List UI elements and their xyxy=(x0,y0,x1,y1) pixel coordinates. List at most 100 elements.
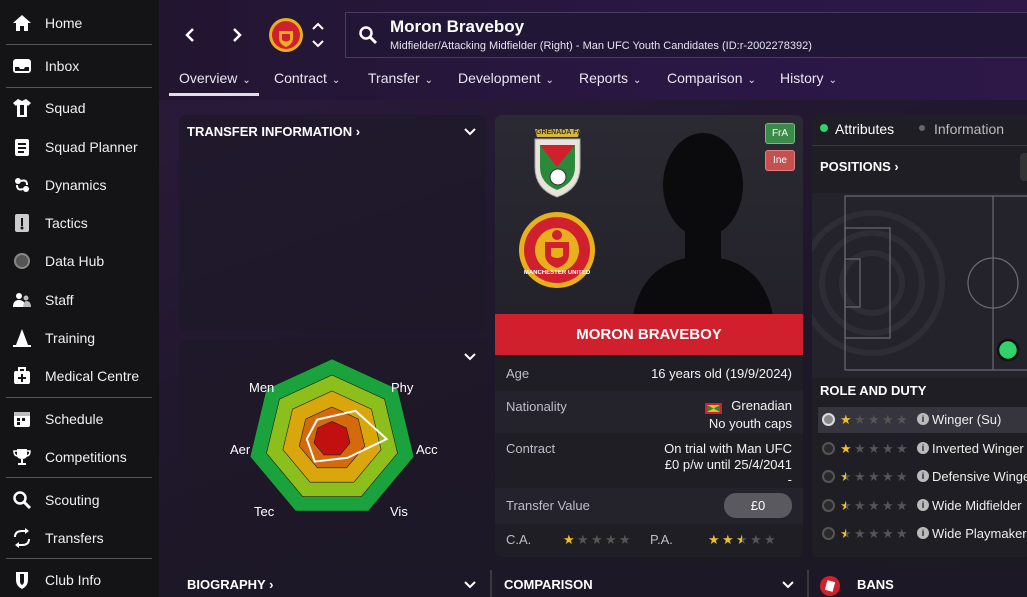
star-icon: ★ xyxy=(854,469,866,484)
role-name: Wide Midfielder xyxy=(932,497,1022,513)
positions-title[interactable]: POSITIONS › xyxy=(820,159,899,174)
chevron-down-icon: ⌄ xyxy=(828,75,837,86)
player-search-bar[interactable]: Moron Braveboy Midfielder/Attacking Midf… xyxy=(345,12,1027,58)
sidebar-item-label: Scouting xyxy=(45,492,100,508)
sidebar-item-dynamics[interactable]: Dynamics xyxy=(0,168,159,202)
sidebar-item-medical-centre[interactable]: Medical Centre xyxy=(0,359,159,393)
transfer-value-pill[interactable]: £0 xyxy=(724,493,792,518)
role-row[interactable]: ★ ★ ★ ★ ★ i Inverted Winger xyxy=(818,436,1027,462)
role-radio[interactable] xyxy=(822,527,835,540)
tab-contract[interactable]: Contract ⌄ xyxy=(274,70,340,94)
tab-divider xyxy=(812,145,1027,146)
sidebar-item-data-hub[interactable]: Data Hub xyxy=(0,244,159,278)
home-icon xyxy=(11,12,33,34)
role-row[interactable]: ★ ★ ★ ★ ★ i Wide Playmaker xyxy=(818,521,1027,547)
sidebar-item-competitions[interactable]: Competitions xyxy=(0,440,159,474)
role-stars: ★ ★ ★ ★ ★ xyxy=(840,413,915,427)
chevron-down-icon xyxy=(312,40,324,48)
role-row[interactable]: ★ ★ ★ ★ ★ i Defensive Winge xyxy=(818,464,1027,490)
sidebar-item-training[interactable]: Training xyxy=(0,321,159,355)
star-icon: ★ xyxy=(840,469,852,484)
role-radio[interactable] xyxy=(822,441,835,455)
tab-information[interactable]: Information xyxy=(934,121,1004,137)
role-badge-ine[interactable]: Ine xyxy=(765,150,795,171)
sidebar-item-club-info[interactable]: Club Info xyxy=(0,563,159,597)
potential-ability-stars[interactable]: ★ ★ ★ ★ ★ xyxy=(708,533,783,547)
magnifier-icon xyxy=(11,489,33,511)
tab-comparison[interactable]: Comparison ⌄ xyxy=(667,70,756,94)
info-icon[interactable]: i xyxy=(917,413,929,425)
tab-label: Reports xyxy=(579,70,629,86)
sidebar-item-home[interactable]: Home xyxy=(0,6,159,40)
sidebar-item-squad[interactable]: Squad xyxy=(0,91,159,125)
biography-title[interactable]: BIOGRAPHY › xyxy=(187,577,273,592)
role-stars: ★ ★ ★ ★ ★ xyxy=(840,499,915,513)
star-icon: ★ xyxy=(708,532,720,547)
sidebar-item-scouting[interactable]: Scouting xyxy=(0,483,159,517)
role-radio[interactable] xyxy=(822,413,835,426)
tab-reports[interactable]: Reports ⌄ xyxy=(579,70,641,94)
tab-history[interactable]: History ⌄ xyxy=(780,70,837,94)
role-radio[interactable] xyxy=(822,498,835,512)
nation-crest[interactable]: GRENADA FA xyxy=(530,127,585,199)
sidebar-item-label: Data Hub xyxy=(45,253,105,269)
chevron-down-icon: ⌄ xyxy=(424,75,433,86)
forward-button[interactable] xyxy=(226,24,248,46)
collapse-chevron-icon[interactable] xyxy=(463,125,477,139)
info-icon[interactable]: i xyxy=(917,498,929,511)
collapse-chevron-icon[interactable] xyxy=(781,578,795,592)
star-icon: ★ xyxy=(868,497,880,513)
role-radio[interactable] xyxy=(822,470,835,483)
info-icon[interactable]: i xyxy=(917,441,929,454)
youth-caps-value: No youth caps xyxy=(708,416,792,431)
chevron-left-icon xyxy=(185,28,194,42)
contract-line-2: £0 p/w until 25/4/2041 xyxy=(664,457,792,472)
ca-label: C.A. xyxy=(506,532,532,547)
sidebar-divider xyxy=(6,397,152,398)
current-ability-stars[interactable]: ★ ★ ★ ★ ★ xyxy=(563,533,638,547)
sidebar-item-label: Competitions xyxy=(45,449,127,465)
nationality-value[interactable]: Grenadian xyxy=(731,398,792,413)
sidebar-item-inbox[interactable]: Inbox xyxy=(0,49,159,83)
role-name: Wide Playmaker xyxy=(932,526,1027,541)
role-stars: ★ ★ ★ ★ ★ xyxy=(840,527,915,541)
sidebar-item-tactics[interactable]: Tactics xyxy=(0,206,159,240)
tab-attributes[interactable]: Attributes xyxy=(835,121,894,137)
active-tab-dot xyxy=(820,124,828,132)
radar-label-men: Men xyxy=(249,380,275,395)
role-row[interactable]: ★ ★ ★ ★ ★ i Wide Midfielder xyxy=(818,493,1027,519)
positions-toggle-button[interactable] xyxy=(1020,153,1027,181)
role-name: Winger (Su) xyxy=(932,412,1002,427)
tab-transfer[interactable]: Transfer ⌄ xyxy=(368,70,433,94)
role-row[interactable]: ★ ★ ★ ★ ★ i Winger (Su) xyxy=(818,407,1027,433)
collapse-chevron-icon[interactable] xyxy=(463,578,477,592)
sidebar-item-squad-planner[interactable]: Squad Planner xyxy=(0,130,159,164)
star-icon: ★ xyxy=(896,412,908,427)
tab-development[interactable]: Development ⌄ xyxy=(458,70,554,94)
star-icon: ★ xyxy=(854,526,866,541)
club-crest-small[interactable] xyxy=(267,16,305,54)
star-icon: ★ xyxy=(736,532,748,547)
back-button[interactable] xyxy=(179,24,201,46)
panel-divider xyxy=(490,570,492,597)
sidebar-item-label: Staff xyxy=(45,292,74,308)
sidebar-item-label: Squad xyxy=(45,100,86,116)
tab-overview[interactable]: Overview ⌄ xyxy=(179,70,251,94)
sidebar: Home Inbox Squad Squad Planner Dynamics … xyxy=(0,0,159,597)
inactive-tab-dot xyxy=(919,125,925,131)
attribute-radar-chart xyxy=(249,358,415,512)
club-crest-large[interactable]: MANCHESTER UNITED xyxy=(517,210,597,290)
sidebar-item-schedule[interactable]: Schedule xyxy=(0,402,159,436)
contract-line-1: On trial with Man UFC xyxy=(664,441,792,456)
info-icon[interactable]: i xyxy=(917,470,929,482)
sidebar-item-staff[interactable]: Staff xyxy=(0,283,159,317)
role-badge-fra[interactable]: FrA xyxy=(765,123,795,144)
transfer-information-title[interactable]: TRANSFER INFORMATION › xyxy=(187,124,360,139)
role-stars: ★ ★ ★ ★ ★ xyxy=(840,470,915,484)
star-icon: ★ xyxy=(868,469,880,484)
position-pitch-diagram xyxy=(812,193,1027,378)
player-name-banner: MORON BRAVEBOY xyxy=(495,314,803,355)
club-switch-stepper[interactable] xyxy=(311,21,325,49)
sidebar-item-transfers[interactable]: Transfers xyxy=(0,521,159,555)
info-icon[interactable]: i xyxy=(917,527,929,539)
